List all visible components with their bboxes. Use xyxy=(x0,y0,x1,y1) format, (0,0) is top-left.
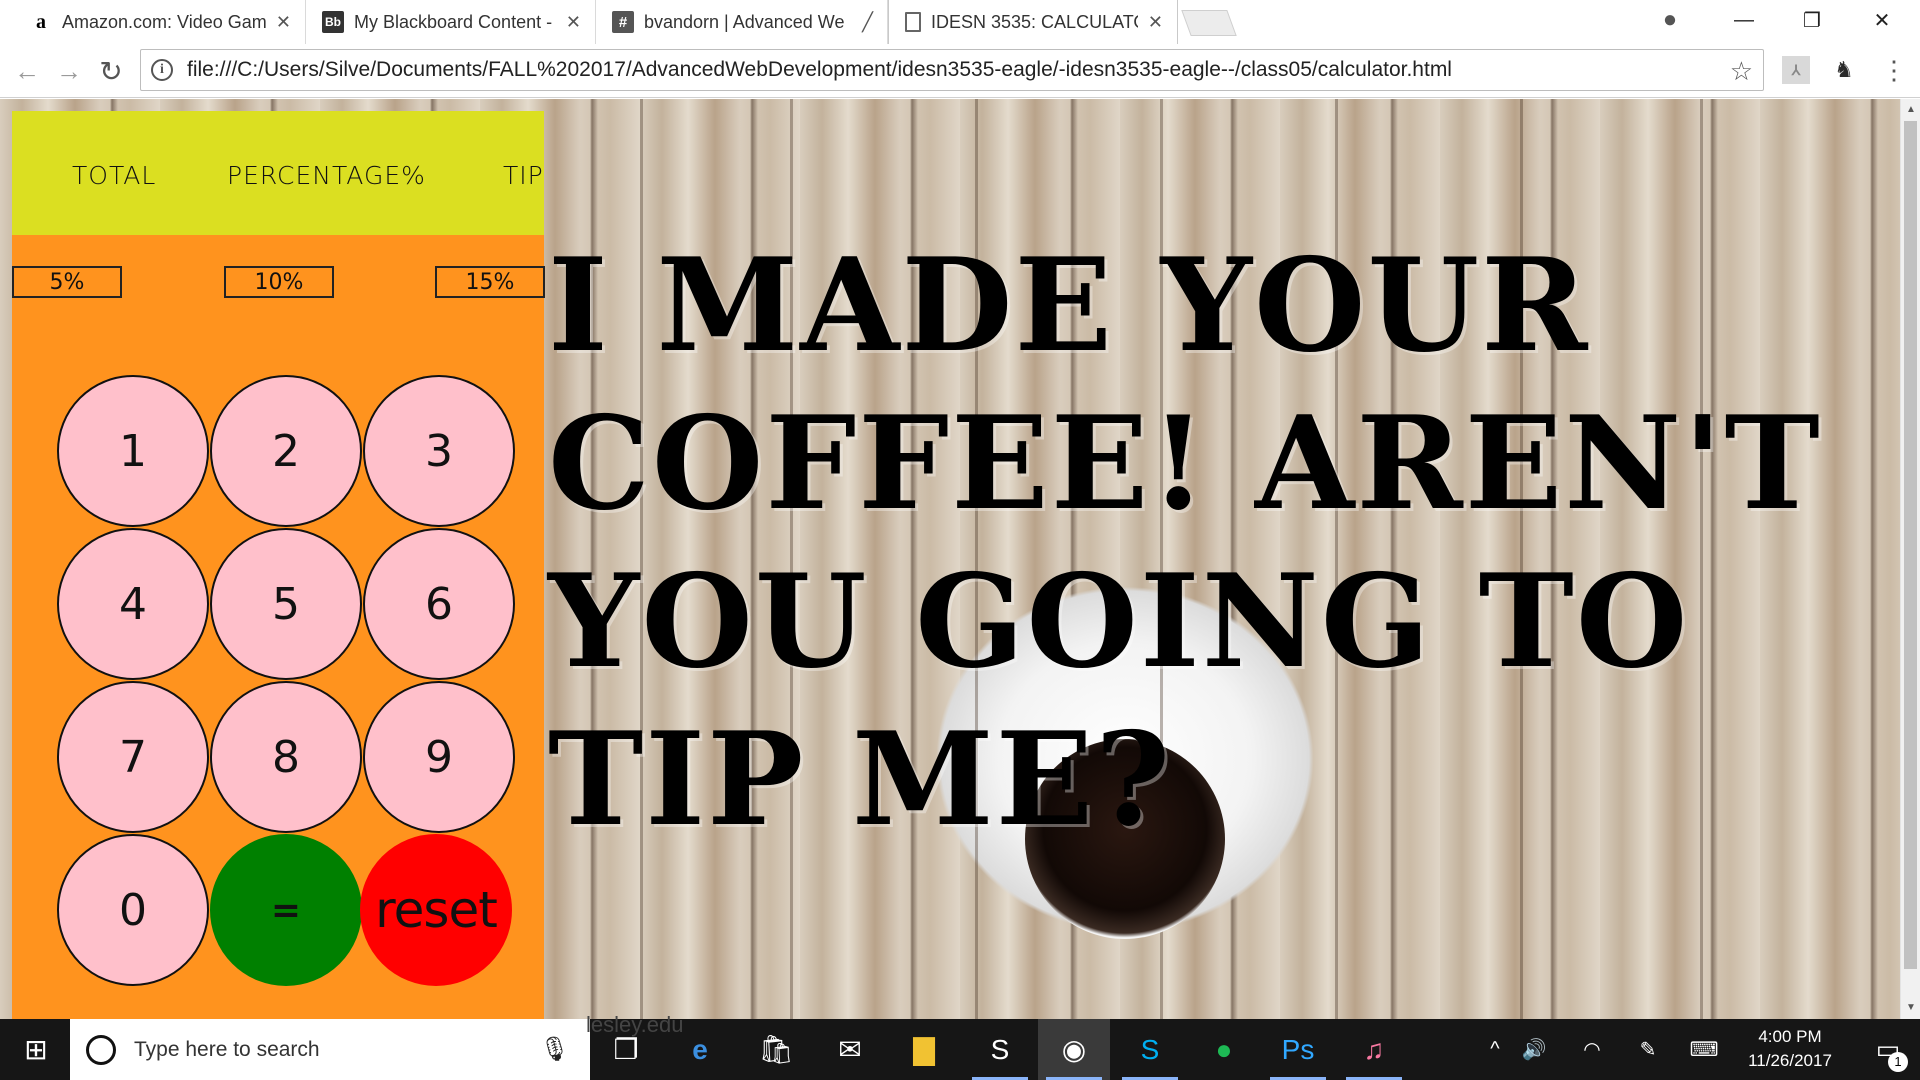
close-window-button[interactable]: ✕ xyxy=(1852,0,1912,40)
tab-title: IDESN 3535: CALCULATO xyxy=(931,11,1138,32)
key-1[interactable]: 1 xyxy=(57,375,209,527)
scroll-up-icon[interactable]: ▲ xyxy=(1901,101,1920,119)
wifi-icon[interactable]: ◠ xyxy=(1572,1019,1612,1080)
close-icon[interactable]: ╱ xyxy=(862,12,873,33)
photoshop-icon[interactable]: Ps xyxy=(1262,1019,1334,1080)
tab-title: Amazon.com: Video Gam xyxy=(62,11,266,32)
key-5[interactable]: 5 xyxy=(210,528,362,680)
microphone-icon[interactable]: 🎙 xyxy=(540,1035,570,1064)
pen-icon[interactable]: ✎ xyxy=(1628,1019,1668,1080)
store-icon[interactable]: 🛍 xyxy=(740,1019,812,1080)
itunes-icon[interactable]: ♫ xyxy=(1338,1019,1410,1080)
search-placeholder: Type here to search xyxy=(134,1037,320,1061)
address-bar[interactable]: i file:///C:/Users/Silve/Documents/FALL%… xyxy=(140,49,1764,91)
tab-slack[interactable]: # bvandorn | Advanced We ╱ xyxy=(596,0,888,44)
tab-amazon[interactable]: a Amazon.com: Video Gam ✕ xyxy=(14,0,306,44)
pdf-extension-icon[interactable]: ⅄ xyxy=(1782,56,1810,84)
key-9[interactable]: 9 xyxy=(363,681,515,833)
tab-calculator[interactable]: IDESN 3535: CALCULATO ✕ xyxy=(888,0,1178,44)
equals-button[interactable]: = xyxy=(210,834,362,986)
windows-start-icon[interactable]: ⊞ xyxy=(0,1019,72,1080)
scroll-thumb[interactable] xyxy=(1904,121,1917,969)
keyboard-icon[interactable]: ⌨ xyxy=(1684,1019,1724,1080)
taskbar-clock[interactable]: 4:00 PM 11/26/2017 xyxy=(1725,1025,1855,1073)
tab-blackboard[interactable]: Bb My Blackboard Content - ✕ xyxy=(306,0,596,44)
skype-icon[interactable]: S xyxy=(1114,1019,1186,1080)
key-6[interactable]: 6 xyxy=(363,528,515,680)
key-2[interactable]: 2 xyxy=(210,375,362,527)
close-icon[interactable]: ✕ xyxy=(566,12,581,33)
clock-time: 4:00 PM xyxy=(1758,1027,1822,1046)
tab-title: My Blackboard Content - xyxy=(354,11,553,32)
profile-icon[interactable]: ● xyxy=(1640,0,1700,40)
headline: I MADE YOUR COFFEE! AREN'T YOU GOING TO … xyxy=(548,231,1822,855)
reload-button[interactable]: ↻ xyxy=(94,54,128,88)
action-center-icon[interactable]: ▭ 1 xyxy=(1858,1019,1918,1080)
key-0[interactable]: 0 xyxy=(57,834,209,986)
mail-icon[interactable]: ✉ xyxy=(814,1019,886,1080)
windows-taskbar: ⊞ Type here to search 🎙 ❐ e 🛍 ✉ ▇ S ◉ S … xyxy=(0,1019,1920,1080)
tip-calculator: TOTAL PERCENTAGE% TIP 5% 10% 15% 1 2 3 4… xyxy=(12,111,545,1019)
slack-icon: # xyxy=(612,11,634,33)
tab-title: bvandorn | Advanced We xyxy=(644,11,845,32)
page-viewport: TOTAL PERCENTAGE% TIP 5% 10% 15% 1 2 3 4… xyxy=(0,99,1900,1019)
total-label: TOTAL xyxy=(72,161,157,190)
percentage-label: PERCENTAGE% xyxy=(227,161,426,190)
restore-button[interactable]: ❐ xyxy=(1782,0,1842,40)
sublime-text-icon[interactable]: S xyxy=(964,1019,1036,1080)
tip-label: TIP xyxy=(503,161,544,190)
bookmark-star-icon[interactable]: ☆ xyxy=(1730,56,1753,87)
scroll-down-icon[interactable]: ▼ xyxy=(1901,999,1920,1017)
close-icon[interactable]: ✕ xyxy=(1148,12,1163,33)
close-icon[interactable]: ✕ xyxy=(276,12,291,33)
evernote-extension-icon[interactable]: ♞ xyxy=(1830,56,1858,84)
amazon-icon: a xyxy=(30,11,52,33)
key-8[interactable]: 8 xyxy=(210,681,362,833)
minimize-button[interactable]: — xyxy=(1714,0,1774,40)
ten-percent-button[interactable]: 10% xyxy=(224,266,334,298)
show-hidden-icons-icon[interactable]: ^ xyxy=(1478,1019,1512,1080)
taskbar-search[interactable]: Type here to search 🎙 xyxy=(70,1019,590,1080)
menu-icon[interactable]: ⋮ xyxy=(1880,55,1908,85)
browser-toolbar: ← → ↻ i file:///C:/Users/Silve/Documents… xyxy=(0,44,1920,98)
five-percent-button[interactable]: 5% xyxy=(12,266,122,298)
peek-text: lesley.edu xyxy=(586,1012,684,1037)
chrome-icon[interactable]: ◉ xyxy=(1038,1019,1110,1080)
file-explorer-icon[interactable]: ▇ xyxy=(888,1019,960,1080)
tab-strip: a Amazon.com: Video Gam ✕ Bb My Blackboa… xyxy=(0,0,1920,44)
calculator-header: TOTAL PERCENTAGE% TIP xyxy=(12,111,544,235)
info-icon[interactable]: i xyxy=(151,59,173,81)
spotify-icon[interactable]: ● xyxy=(1188,1019,1260,1080)
cortana-icon xyxy=(86,1034,116,1065)
url-text: file:///C:/Users/Silve/Documents/FALL%20… xyxy=(187,58,1452,81)
document-icon xyxy=(905,12,921,32)
volume-icon[interactable]: 🔊 xyxy=(1514,1019,1554,1080)
key-3[interactable]: 3 xyxy=(363,375,515,527)
fifteen-percent-button[interactable]: 15% xyxy=(435,266,545,298)
clock-date: 11/26/2017 xyxy=(1748,1051,1832,1070)
back-button[interactable]: ← xyxy=(10,54,44,88)
blackboard-icon: Bb xyxy=(322,11,344,33)
page-scrollbar[interactable]: ▲ ▼ xyxy=(1900,99,1920,1019)
notification-badge: 1 xyxy=(1888,1052,1908,1072)
forward-button[interactable]: → xyxy=(52,54,86,88)
key-4[interactable]: 4 xyxy=(57,528,209,680)
reset-button[interactable]: reset xyxy=(360,834,512,986)
new-tab-button[interactable] xyxy=(1181,10,1237,36)
key-7[interactable]: 7 xyxy=(57,681,209,833)
